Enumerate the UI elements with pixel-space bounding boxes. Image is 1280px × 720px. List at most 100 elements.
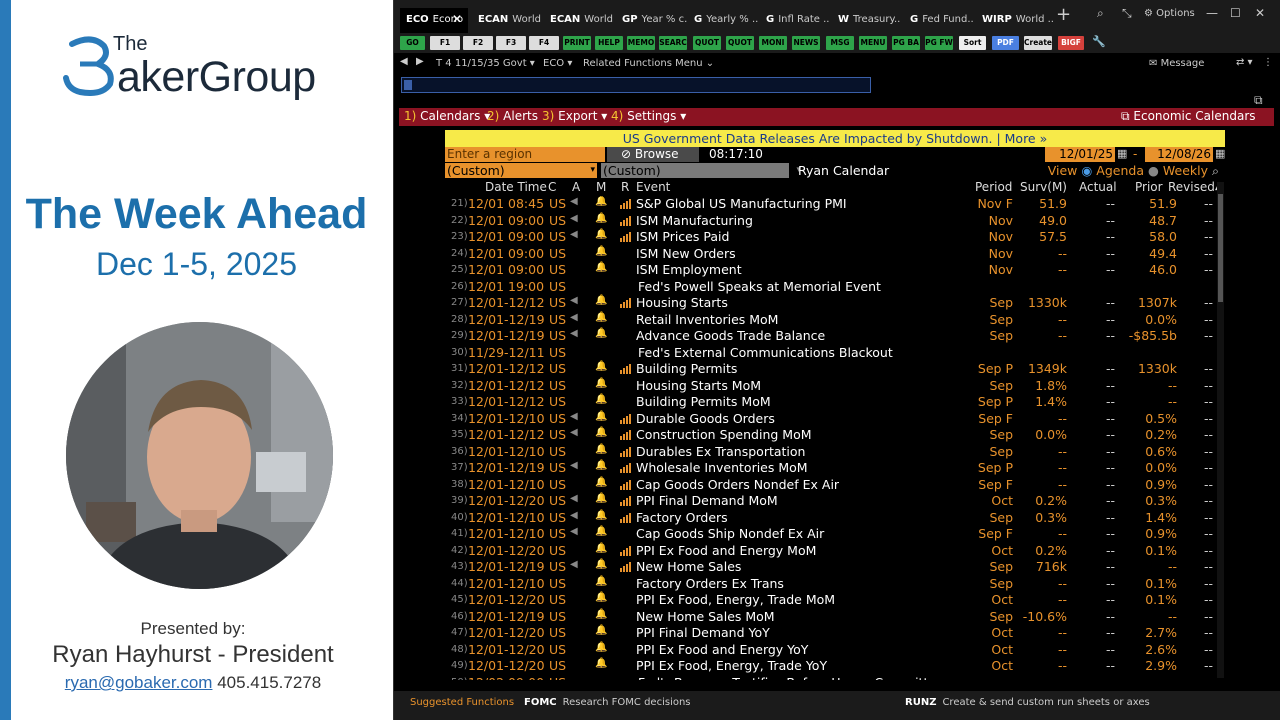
suggested-fomc[interactable]: FOMC Research FOMC decisions (524, 697, 691, 708)
menu-settings[interactable]: 4) Settings ▾ (611, 109, 686, 123)
bell-icon[interactable]: 🔔 (595, 361, 607, 372)
speaker-icon[interactable]: ◀ (570, 328, 578, 339)
back-arrow-icon[interactable]: ◀ (400, 56, 408, 67)
tab-wirp[interactable]: WIRP World .. (976, 8, 1054, 33)
row-event[interactable]: Durables Ex Transportation (636, 444, 805, 459)
bell-icon[interactable]: 🔔 (595, 262, 607, 273)
bell-icon[interactable]: 🔔 (595, 328, 607, 339)
row-event[interactable]: Factory Orders (636, 510, 728, 525)
suggested-runz[interactable]: RUNZ Create & send custom run sheets or a… (905, 697, 1150, 708)
col-r[interactable]: R (621, 180, 629, 194)
table-row[interactable]: 38) 12/01-12/10 US 🔔 Cap Goods Orders Nondef… (445, 477, 1215, 494)
row-event[interactable]: Durable Goods Orders (636, 411, 775, 426)
table-row[interactable]: 26) 12/01 19:00 US Fed's Powell Speaks at M… (445, 279, 1215, 296)
row-event[interactable]: Retail Inventories MoM (636, 312, 778, 327)
new-tab-button[interactable]: + (1056, 4, 1071, 25)
close-window-button[interactable]: ✕ (1255, 6, 1265, 20)
speaker-icon[interactable]: ◀ (570, 213, 578, 224)
bell-icon[interactable]: 🔔 (595, 658, 607, 669)
table-row[interactable]: 31) 12/01-12/12 US 🔔 Building Permits Sep P 13… (445, 361, 1215, 378)
row-event[interactable]: Housing Starts (636, 295, 728, 310)
row-event[interactable]: Building Permits MoM (636, 394, 771, 409)
row-event[interactable]: PPI Ex Food, Energy, Trade MoM (636, 592, 835, 607)
row-event[interactable]: ISM Manufacturing (636, 213, 753, 228)
tab-w-treasury[interactable]: W Treasury.. (832, 8, 904, 33)
row-event[interactable]: Cap Goods Ship Nondef Ex Air (636, 526, 824, 541)
bell-icon[interactable]: 🔔 (595, 592, 607, 603)
col-m[interactable]: M (596, 180, 606, 194)
search-icon[interactable]: ⌕ (1212, 163, 1219, 178)
table-row[interactable]: 35) 12/01-12/12 US ◀ 🔔 Construction Spending … (445, 427, 1215, 444)
search-icon[interactable]: ⌕ (1097, 6, 1104, 21)
bell-icon[interactable]: 🔔 (595, 246, 607, 257)
bell-icon[interactable]: 🔔 (595, 642, 607, 653)
col-datetime[interactable]: Date Time (485, 180, 547, 194)
table-row[interactable]: 39) 12/01-12/20 US ◀ 🔔 PPI Final Demand MoM Oc… (445, 493, 1215, 510)
row-event[interactable]: Building Permits (636, 361, 737, 376)
fkey-memo[interactable]: MEMO (627, 36, 655, 50)
speaker-icon[interactable]: ◀ (570, 559, 578, 570)
table-row[interactable]: 40) 12/01-12/10 US ◀ 🔔 Factory Orders Sep 0.3% -… (445, 510, 1215, 527)
col-period[interactable]: Period (975, 180, 1012, 194)
row-event[interactable]: Advance Goods Trade Balance (636, 328, 825, 343)
speaker-icon[interactable]: ◀ (570, 510, 578, 521)
fkey-pgfwd[interactable]: PG FW (925, 36, 953, 50)
speaker-icon[interactable]: ◀ (570, 427, 578, 438)
row-event[interactable]: Fed's External Communications Blackout (638, 345, 893, 360)
row-event[interactable]: Fed's Powell Speaks at Memorial Event (638, 279, 881, 294)
row-event[interactable]: Construction Spending MoM (636, 427, 812, 442)
row-event[interactable]: Housing Starts MoM (636, 378, 761, 393)
bell-icon[interactable]: 🔔 (595, 543, 607, 554)
fkey-f2[interactable]: F2 (463, 36, 493, 50)
bell-icon[interactable]: 🔔 (595, 394, 607, 405)
start-date-field[interactable]: 12/01/25 (1045, 147, 1115, 162)
bell-icon[interactable]: 🔔 (595, 526, 607, 537)
table-row[interactable]: 27) 12/01-12/12 US ◀ 🔔 Housing Starts Sep 1330k… (445, 295, 1215, 312)
bell-icon[interactable]: 🔔 (595, 411, 607, 422)
fkey-print[interactable]: PRINT (563, 36, 591, 50)
more-icon[interactable]: ⋮ (1263, 57, 1273, 68)
browse-button[interactable]: ⊘ Browse (607, 147, 699, 162)
row-event[interactable]: Cap Goods Orders Nondef Ex Air (636, 477, 839, 492)
weekly-option[interactable]: Weekly (1163, 163, 1208, 178)
speaker-icon[interactable]: ◀ (570, 493, 578, 504)
row-event[interactable]: New Home Sales MoM (636, 609, 775, 624)
bell-icon[interactable]: 🔔 (595, 609, 607, 620)
tab-gp[interactable]: GP Year % c.. (616, 8, 688, 33)
table-row[interactable]: 37) 12/01-12/19 US ◀ 🔔 Wholesale Inventories … (445, 460, 1215, 477)
function-selector[interactable]: ECO ▾ (543, 58, 572, 69)
speaker-icon[interactable]: ◀ (570, 196, 578, 207)
economic-calendars-link[interactable]: ⧉ Economic Calendars (1121, 109, 1256, 124)
message-button[interactable]: ✉ Message (1149, 58, 1204, 69)
fkey-quote-2[interactable]: QUOT (726, 36, 754, 50)
bell-icon[interactable]: 🔔 (595, 312, 607, 323)
row-event[interactable]: Factory Orders Ex Trans (636, 576, 784, 591)
menu-alerts[interactable]: 2) Alerts (487, 109, 538, 123)
table-row[interactable]: 46) 12/01-12/19 US 🔔 New Home Sales MoM Sep -1… (445, 609, 1215, 626)
fkey-f3[interactable]: F3 (496, 36, 526, 50)
bell-icon[interactable]: 🔔 (595, 559, 607, 570)
row-event[interactable]: PPI Ex Food and Energy MoM (636, 543, 816, 558)
table-row[interactable]: 42) 12/01-12/20 US 🔔 PPI Ex Food and Energy … (445, 543, 1215, 560)
menu-calendars[interactable]: 1) Calendars ▾ (404, 109, 490, 123)
agenda-radio-icon[interactable]: ◉ (1081, 163, 1092, 178)
bell-icon[interactable]: 🔔 (595, 427, 607, 438)
options-button[interactable]: ⚙ Options (1144, 8, 1195, 19)
window-options-icon[interactable]: ⇄ ▾ (1236, 57, 1253, 68)
weekly-radio-icon[interactable]: ● (1148, 163, 1159, 178)
end-date-field[interactable]: 12/08/26 (1145, 147, 1213, 162)
fkey-quote-1[interactable]: QUOT (693, 36, 721, 50)
col-event[interactable]: Event (636, 180, 670, 194)
speaker-icon[interactable]: ◀ (570, 229, 578, 240)
table-row[interactable]: 43) 12/01-12/19 US ◀ 🔔 New Home Sales Sep 716k -… (445, 559, 1215, 576)
table-row[interactable]: 49) 12/01-12/20 US 🔔 PPI Ex Food, Energy, Tr… (445, 658, 1215, 675)
table-row[interactable]: 36) 12/01-12/10 US 🔔 Durables Ex Transportat… (445, 444, 1215, 461)
table-row[interactable]: 33) 12/01-12/12 US 🔔 Building Permits MoM Sep… (445, 394, 1215, 411)
table-row[interactable]: 24) 12/01 09:00 US 🔔 ISM New Orders Nov -- -- 49… (445, 246, 1215, 263)
fkey-sort[interactable]: Sort (959, 36, 986, 50)
table-row[interactable]: 41) 12/01-12/10 US ◀ 🔔 Cap Goods Ship Nondef … (445, 526, 1215, 543)
fkey-help[interactable]: HELP (595, 36, 623, 50)
forward-arrow-icon[interactable]: ▶ (416, 56, 424, 67)
bell-icon[interactable]: 🔔 (595, 196, 607, 207)
shutdown-banner[interactable]: US Government Data Releases Are Impacted… (445, 130, 1225, 147)
